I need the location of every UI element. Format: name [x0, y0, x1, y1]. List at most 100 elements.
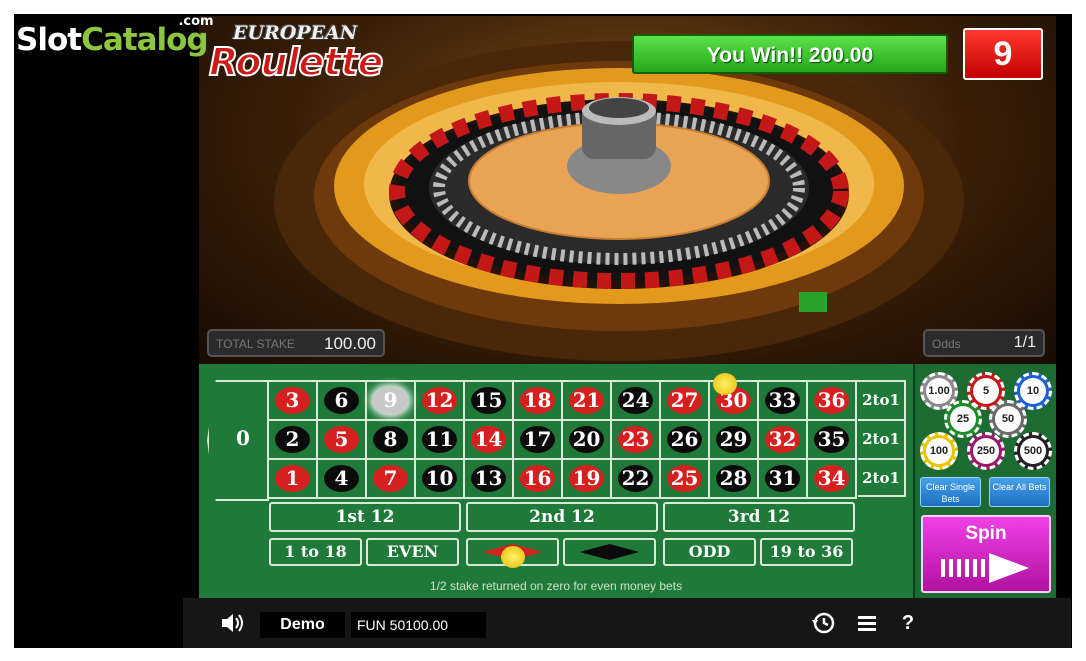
- number-bet-14[interactable]: 14: [465, 421, 514, 460]
- logo-roulette: Roulette: [208, 39, 384, 85]
- number-bet-26[interactable]: 26: [661, 421, 710, 460]
- bet-1-to-18[interactable]: 1 to 18: [269, 538, 362, 566]
- number-label: 17: [520, 426, 555, 453]
- number-bet-1[interactable]: 1: [269, 460, 318, 499]
- number-bet-5[interactable]: 5: [318, 421, 367, 460]
- slotcatalog-watermark: SlotCatalog .com: [16, 14, 214, 58]
- chip-25[interactable]: 25: [944, 400, 982, 438]
- watermark-com: .com: [178, 14, 214, 29]
- number-bet-4[interactable]: 4: [318, 460, 367, 499]
- number-bet-35[interactable]: 35: [808, 421, 857, 460]
- number-bet-10[interactable]: 10: [416, 460, 465, 499]
- placed-chip-marker: [499, 544, 527, 570]
- number-label: 4: [324, 465, 359, 492]
- number-bet-11[interactable]: 11: [416, 421, 465, 460]
- chip-50[interactable]: 50: [989, 400, 1027, 438]
- spin-button[interactable]: Spin: [921, 515, 1051, 593]
- number-label: 15: [471, 387, 506, 414]
- clear-all-bets-button[interactable]: Clear All Bets: [989, 477, 1050, 507]
- number-label: 13: [471, 465, 506, 492]
- dozen-bet-first[interactable]: 1st 12: [269, 502, 461, 532]
- number-label: 11: [422, 426, 457, 453]
- dozen-bet-third[interactable]: 3rd 12: [663, 502, 855, 532]
- number-bet-25[interactable]: 25: [661, 460, 710, 499]
- bottom-bar: Demo FUN 50100.00 ?: [183, 598, 1071, 648]
- number-bet-34[interactable]: 34: [808, 460, 857, 499]
- chip-250[interactable]: 250: [967, 432, 1005, 470]
- number-bet-27[interactable]: 27: [661, 382, 710, 421]
- chip-500[interactable]: 500: [1014, 432, 1052, 470]
- column-bet-top[interactable]: 2to1: [858, 380, 906, 419]
- bet-even[interactable]: EVEN: [366, 538, 459, 566]
- number-label: 29: [716, 426, 751, 453]
- column-bet-middle[interactable]: 2to1: [858, 419, 906, 458]
- number-bet-12[interactable]: 12: [416, 382, 465, 421]
- number-bet-32[interactable]: 32: [759, 421, 808, 460]
- number-label: 16: [520, 465, 555, 492]
- number-label: 36: [814, 387, 849, 414]
- number-label: 5: [324, 426, 359, 453]
- number-bet-6[interactable]: 6: [318, 382, 367, 421]
- number-bet-36[interactable]: 36: [808, 382, 857, 421]
- zero-bet[interactable]: 0: [207, 380, 269, 501]
- odds-display: Odds 1/1: [923, 329, 1045, 357]
- total-stake-display: TOTAL STAKE 100.00: [207, 329, 385, 357]
- number-bet-20[interactable]: 20: [563, 421, 612, 460]
- number-bet-19[interactable]: 19: [563, 460, 612, 499]
- number-label: 23: [618, 426, 653, 453]
- number-bet-8[interactable]: 8: [367, 421, 416, 460]
- number-label: 28: [716, 465, 751, 492]
- history-icon[interactable]: [811, 610, 837, 636]
- european-roulette-logo: EUROPEAN Roulette: [203, 18, 408, 92]
- number-bet-24[interactable]: 24: [612, 382, 661, 421]
- number-label: 14: [471, 426, 506, 453]
- menu-icon[interactable]: [854, 610, 880, 636]
- number-bet-22[interactable]: 22: [612, 460, 661, 499]
- number-label: 19: [569, 465, 604, 492]
- number-label: 9: [373, 387, 408, 414]
- number-bet-13[interactable]: 13: [465, 460, 514, 499]
- number-label: 24: [618, 387, 653, 414]
- number-bet-29[interactable]: 29: [710, 421, 759, 460]
- number-label: 25: [667, 465, 702, 492]
- placed-chip-marker: [711, 371, 739, 397]
- help-icon[interactable]: ?: [895, 610, 921, 636]
- black-diamond-icon: [579, 544, 640, 560]
- number-bet-7[interactable]: 7: [367, 460, 416, 499]
- demo-mode-label: Demo: [260, 612, 345, 638]
- column-bet-bottom[interactable]: 2to1: [858, 458, 906, 497]
- roulette-wheel-view: EUROPEAN Roulette You Win!! 200.00 9 TOT…: [199, 16, 1056, 364]
- number-bet-23[interactable]: 23: [612, 421, 661, 460]
- number-label: 20: [569, 426, 604, 453]
- number-label: 6: [324, 387, 359, 414]
- number-label: 18: [520, 387, 555, 414]
- number-grid: 3 6 9 12 15 18 21 24 27 30 33 36 2 5 8 11 14 17 20 23 26 29 32…: [267, 380, 858, 499]
- number-bet-16[interactable]: 16: [514, 460, 563, 499]
- bet-odd[interactable]: ODD: [663, 538, 756, 566]
- number-label: 2: [275, 426, 310, 453]
- bet-19-to-36[interactable]: 19 to 36: [760, 538, 853, 566]
- zero-label: 0: [236, 426, 250, 450]
- clear-single-bets-button[interactable]: Clear Single Bets: [920, 477, 981, 507]
- number-bet-33[interactable]: 33: [759, 382, 808, 421]
- bet-black[interactable]: [563, 538, 656, 566]
- number-bet-21[interactable]: 21: [563, 382, 612, 421]
- winning-number-display: 9: [963, 28, 1043, 80]
- number-bet-9[interactable]: 9: [367, 382, 416, 421]
- win-banner: You Win!! 200.00: [632, 34, 948, 74]
- number-bet-18[interactable]: 18: [514, 382, 563, 421]
- speaker-icon[interactable]: [219, 610, 245, 636]
- odds-value: 1/1: [1013, 334, 1036, 351]
- number-bet-2[interactable]: 2: [269, 421, 318, 460]
- dozen-bet-second[interactable]: 2nd 12: [466, 502, 658, 532]
- number-label: 33: [765, 387, 800, 414]
- number-bet-28[interactable]: 28: [710, 460, 759, 499]
- chip-100[interactable]: 100: [920, 432, 958, 470]
- number-bet-31[interactable]: 31: [759, 460, 808, 499]
- number-bet-15[interactable]: 15: [465, 382, 514, 421]
- chip-panel: 1.00 5 10 25 50 100 250 500 Clear Single Bets C…: [913, 364, 1056, 598]
- number-label: 21: [569, 387, 604, 414]
- game-area: EUROPEAN Roulette You Win!! 200.00 9 TOT…: [199, 16, 1056, 598]
- number-bet-17[interactable]: 17: [514, 421, 563, 460]
- number-bet-3[interactable]: 3: [269, 382, 318, 421]
